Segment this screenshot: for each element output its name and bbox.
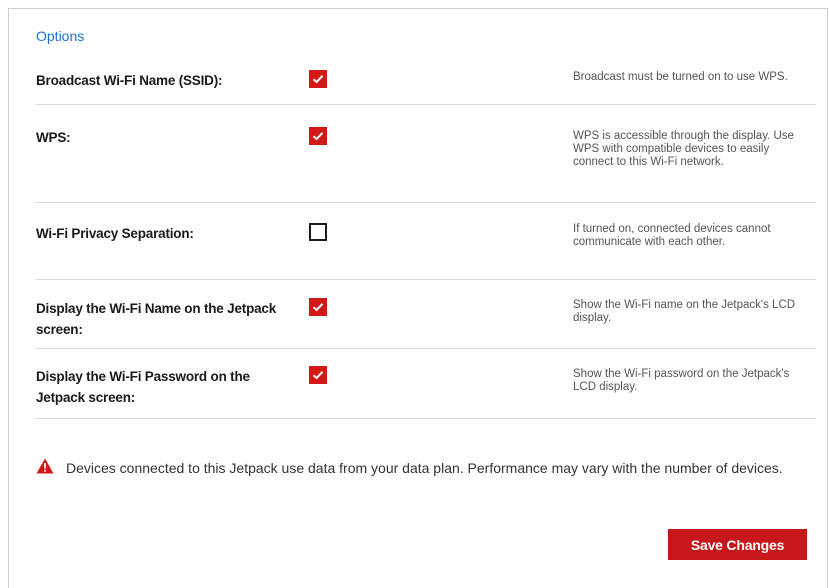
checkmark-icon	[312, 75, 324, 84]
option-help-privacy-separation: If turned on, connected devices cannot c…	[573, 223, 771, 248]
checkmark-icon	[312, 371, 324, 380]
notice-text: Devices connected to this Jetpack use da…	[66, 460, 783, 476]
display-name-checkbox[interactable]	[309, 298, 327, 316]
option-label-broadcast-ssid: Broadcast Wi-Fi Name (SSID):	[36, 73, 223, 88]
option-label-wps: WPS:	[36, 130, 71, 145]
option-row-display-password: Display the Wi-Fi Password on the Jetpac…	[36, 349, 816, 419]
option-row-privacy-separation: Wi-Fi Privacy Separation: If turned on, …	[36, 203, 816, 280]
option-help-wps: WPS is accessible through the display. U…	[573, 130, 794, 168]
save-changes-button[interactable]: Save Changes	[668, 529, 807, 560]
option-row-display-name: Display the Wi-Fi Name on the Jetpack sc…	[36, 280, 816, 349]
option-label-privacy-separation: Wi-Fi Privacy Separation:	[36, 226, 194, 241]
option-help-display-name: Show the Wi-Fi name on the Jetpack's LCD…	[573, 299, 796, 324]
options-panel: Options Broadcast Wi-Fi Name (SSID): Bro…	[8, 8, 828, 588]
option-label-display-name: Display the Wi-Fi Name on the Jetpack sc…	[36, 301, 277, 337]
option-label-display-password: Display the Wi-Fi Password on the Jetpac…	[36, 369, 250, 405]
wps-checkbox[interactable]	[309, 127, 327, 145]
privacy-separation-checkbox[interactable]	[309, 223, 327, 241]
option-row-broadcast-ssid: Broadcast Wi-Fi Name (SSID): Broadcast m…	[36, 55, 816, 105]
option-help-display-password: Show the Wi-Fi password on the Jetpack's…	[573, 368, 790, 393]
checkmark-icon	[312, 303, 324, 312]
section-title: Options	[36, 28, 85, 44]
checkmark-icon	[312, 132, 324, 141]
broadcast-ssid-checkbox[interactable]	[309, 70, 327, 88]
option-help-broadcast-ssid: Broadcast must be turned on to use WPS.	[573, 71, 788, 83]
display-password-checkbox[interactable]	[309, 366, 327, 384]
option-row-wps: WPS: WPS is accessible through the displ…	[36, 105, 816, 203]
warning-icon	[36, 458, 54, 474]
